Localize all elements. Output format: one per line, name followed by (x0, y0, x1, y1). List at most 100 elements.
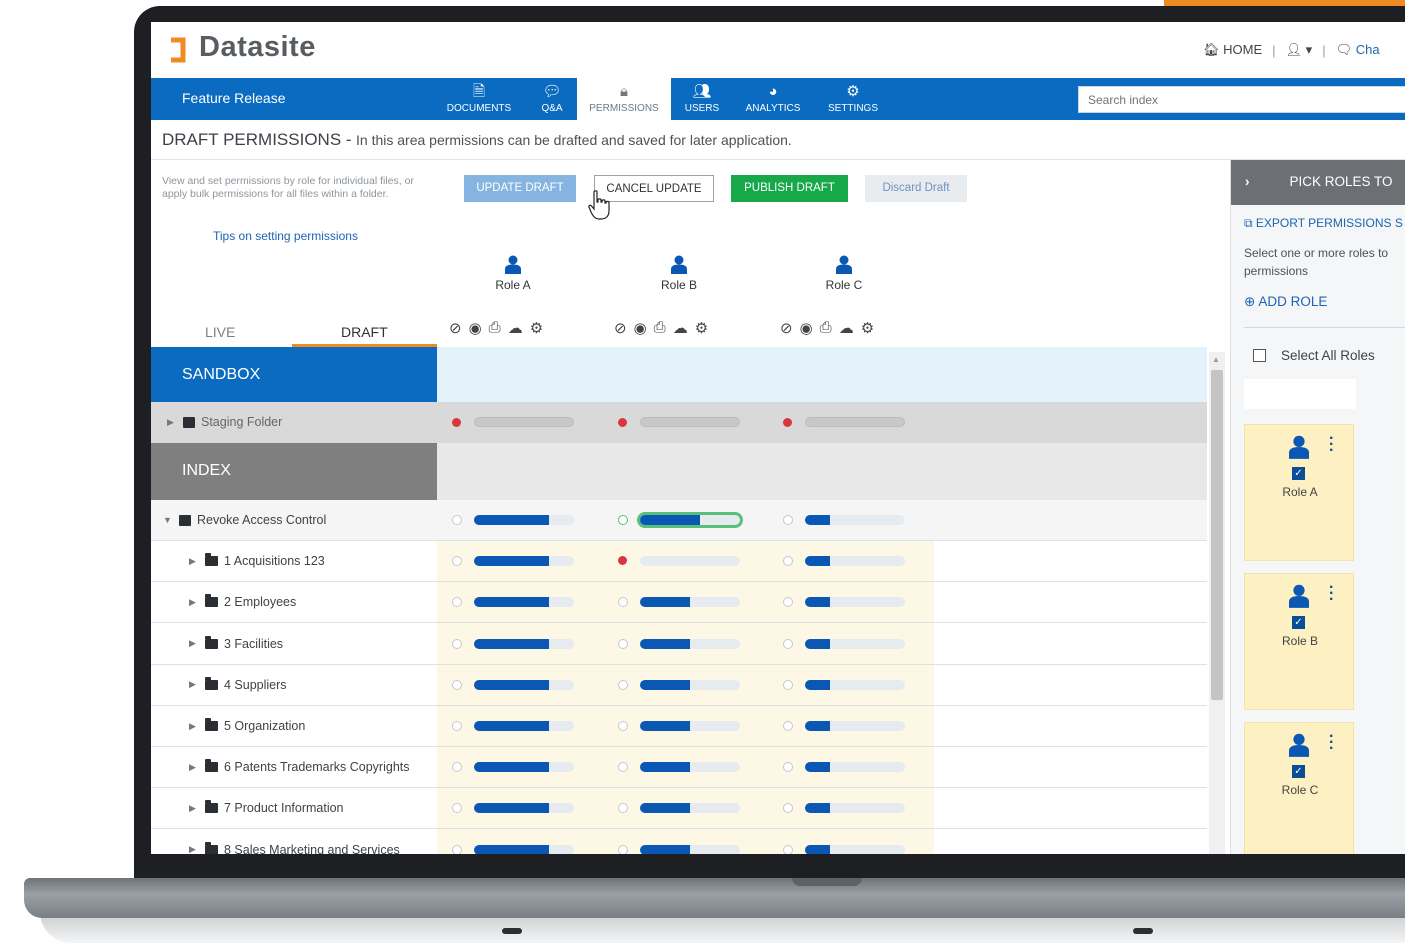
no-access-dot[interactable] (618, 418, 627, 427)
table-row[interactable]: ▶ 8 Sales Marketing and Services (151, 830, 1207, 854)
no-access-dot[interactable] (452, 418, 461, 427)
role-filter-input[interactable] (1244, 379, 1356, 409)
permission-slider[interactable] (805, 844, 905, 854)
permission-slider[interactable] (805, 417, 905, 427)
scroll-up-icon[interactable]: ▲ (1212, 355, 1220, 364)
caret-right-icon[interactable]: ▶ (189, 556, 199, 567)
permission-slider[interactable] (640, 556, 740, 567)
permission-radio[interactable] (783, 556, 793, 567)
role-checkbox-checked[interactable]: ✓ (1292, 765, 1305, 778)
role-card-a[interactable]: · · · ✓ Role A (1244, 424, 1354, 561)
permission-radio[interactable] (783, 679, 793, 690)
print-icon[interactable]: ⎙ (654, 319, 666, 337)
tab-documents[interactable]: 🗎 DOCUMENTS (441, 78, 517, 120)
export-permissions-link[interactable]: ⧉ EXPORT PERMISSIONS S (1244, 216, 1403, 231)
sandbox-section-header[interactable]: SANDBOX (151, 347, 437, 402)
search-index-input[interactable] (1078, 86, 1405, 113)
eye-slash-icon[interactable]: ⊘ (449, 319, 462, 337)
caret-right-icon[interactable]: ▶ (167, 417, 177, 428)
permission-slider[interactable] (474, 638, 574, 649)
chat-link[interactable]: 🗨︎ Cha (1336, 42, 1380, 58)
permission-slider[interactable] (640, 679, 740, 690)
permission-slider[interactable] (640, 597, 740, 608)
permission-slider[interactable] (805, 762, 905, 773)
permission-radio[interactable] (452, 556, 462, 567)
permission-radio[interactable] (452, 638, 462, 649)
caret-right-icon[interactable]: ▶ (189, 638, 199, 649)
permission-radio[interactable] (618, 679, 628, 690)
table-row[interactable]: ▶ 1 Acquisitions 123 (151, 541, 1207, 583)
permission-slider[interactable] (640, 721, 740, 731)
permission-slider[interactable] (637, 512, 743, 528)
print-icon[interactable]: ⎙ (820, 319, 832, 337)
tab-qa[interactable]: 💬︎ Q&A (531, 78, 573, 120)
permission-slider[interactable] (805, 721, 905, 731)
permission-radio[interactable] (618, 762, 628, 773)
permission-slider[interactable] (805, 679, 905, 690)
table-row[interactable]: ▶ 5 Organization (151, 706, 1207, 747)
grid-scrollbar[interactable]: ▲ (1209, 352, 1225, 854)
select-all-roles[interactable]: Select All Roles (1253, 348, 1375, 363)
role-card-c[interactable]: · · · ✓ Role C (1244, 722, 1354, 854)
table-row[interactable]: ▼ Revoke Access Control (151, 500, 1207, 541)
table-row[interactable]: ▶ 7 Product Information (151, 788, 1207, 830)
permission-slider[interactable] (805, 638, 905, 649)
index-section-header[interactable]: INDEX (151, 443, 437, 500)
chevron-right-icon[interactable]: › (1245, 174, 1250, 189)
caret-right-icon[interactable]: ▶ (189, 721, 199, 732)
print-icon[interactable]: ⎙ (489, 319, 501, 337)
tab-settings[interactable]: ⚙︎ SETTINGS (823, 78, 883, 120)
tab-analytics[interactable]: ◕ ANALYTICS (741, 78, 805, 120)
permission-slider[interactable] (805, 515, 905, 525)
role-card-b[interactable]: · · · ✓ Role B (1244, 573, 1354, 710)
permission-slider[interactable] (474, 721, 574, 731)
caret-right-icon[interactable]: ▶ (189, 844, 199, 854)
tips-link[interactable]: Tips on setting permissions (213, 229, 358, 243)
permission-radio[interactable] (783, 515, 793, 525)
table-row[interactable]: ▶ 2 Employees (151, 582, 1207, 624)
permission-radio[interactable] (452, 844, 462, 854)
kebab-menu-icon[interactable]: · · · (1329, 729, 1334, 757)
permission-radio[interactable] (783, 721, 793, 731)
cogs-icon[interactable]: ⚙ (530, 319, 543, 337)
permission-radio[interactable] (452, 803, 462, 814)
permission-radio[interactable] (452, 679, 462, 690)
cancel-update-button[interactable]: CANCEL UPDATE (594, 175, 714, 202)
table-row[interactable]: ▶ 4 Suppliers (151, 665, 1207, 706)
discard-draft-button[interactable]: Discard Draft (865, 175, 967, 202)
eye-slash-icon[interactable]: ⊘ (614, 319, 627, 337)
live-toggle[interactable]: LIVE (205, 324, 235, 340)
permission-slider[interactable] (805, 597, 905, 608)
update-draft-button[interactable]: UPDATE DRAFT (464, 175, 576, 202)
table-row[interactable]: ▶ 6 Patents Trademarks Copyrights (151, 747, 1207, 789)
permission-slider[interactable] (474, 417, 574, 427)
caret-right-icon[interactable]: ▶ (189, 762, 199, 773)
permission-slider[interactable] (474, 597, 574, 608)
caret-right-icon[interactable]: ▶ (189, 597, 199, 608)
tab-permissions[interactable]: 🔒︎ PERMISSIONS (577, 78, 671, 120)
permission-radio[interactable] (783, 638, 793, 649)
cloud-download-icon[interactable]: ☁ (839, 319, 854, 337)
permission-slider[interactable] (474, 762, 574, 773)
user-menu[interactable]: 👤︎ ▾ (1286, 42, 1313, 58)
permission-radio[interactable] (618, 721, 628, 731)
cloud-download-icon[interactable]: ☁ (673, 319, 688, 337)
table-row[interactable]: ▶ 3 Facilities (151, 624, 1207, 665)
no-access-dot[interactable] (618, 556, 627, 566)
add-role-button[interactable]: ⊕ ADD ROLE (1244, 294, 1327, 310)
permission-radio[interactable] (618, 844, 628, 854)
permission-slider[interactable] (640, 844, 740, 854)
tab-users[interactable]: 👥︎ USERS (678, 78, 726, 120)
role-checkbox-checked[interactable]: ✓ (1292, 616, 1305, 629)
permission-radio[interactable] (783, 762, 793, 773)
permission-slider[interactable] (640, 417, 740, 427)
draft-toggle[interactable]: DRAFT (341, 324, 388, 340)
caret-down-icon[interactable]: ▼ (163, 515, 173, 525)
eye-icon[interactable]: ◉ (469, 319, 482, 337)
permission-radio[interactable] (618, 638, 628, 649)
permission-radio[interactable] (452, 721, 462, 731)
permission-radio[interactable] (618, 515, 628, 525)
permission-slider[interactable] (805, 556, 905, 567)
permission-slider[interactable] (474, 803, 574, 814)
eye-icon[interactable]: ◉ (634, 319, 647, 337)
